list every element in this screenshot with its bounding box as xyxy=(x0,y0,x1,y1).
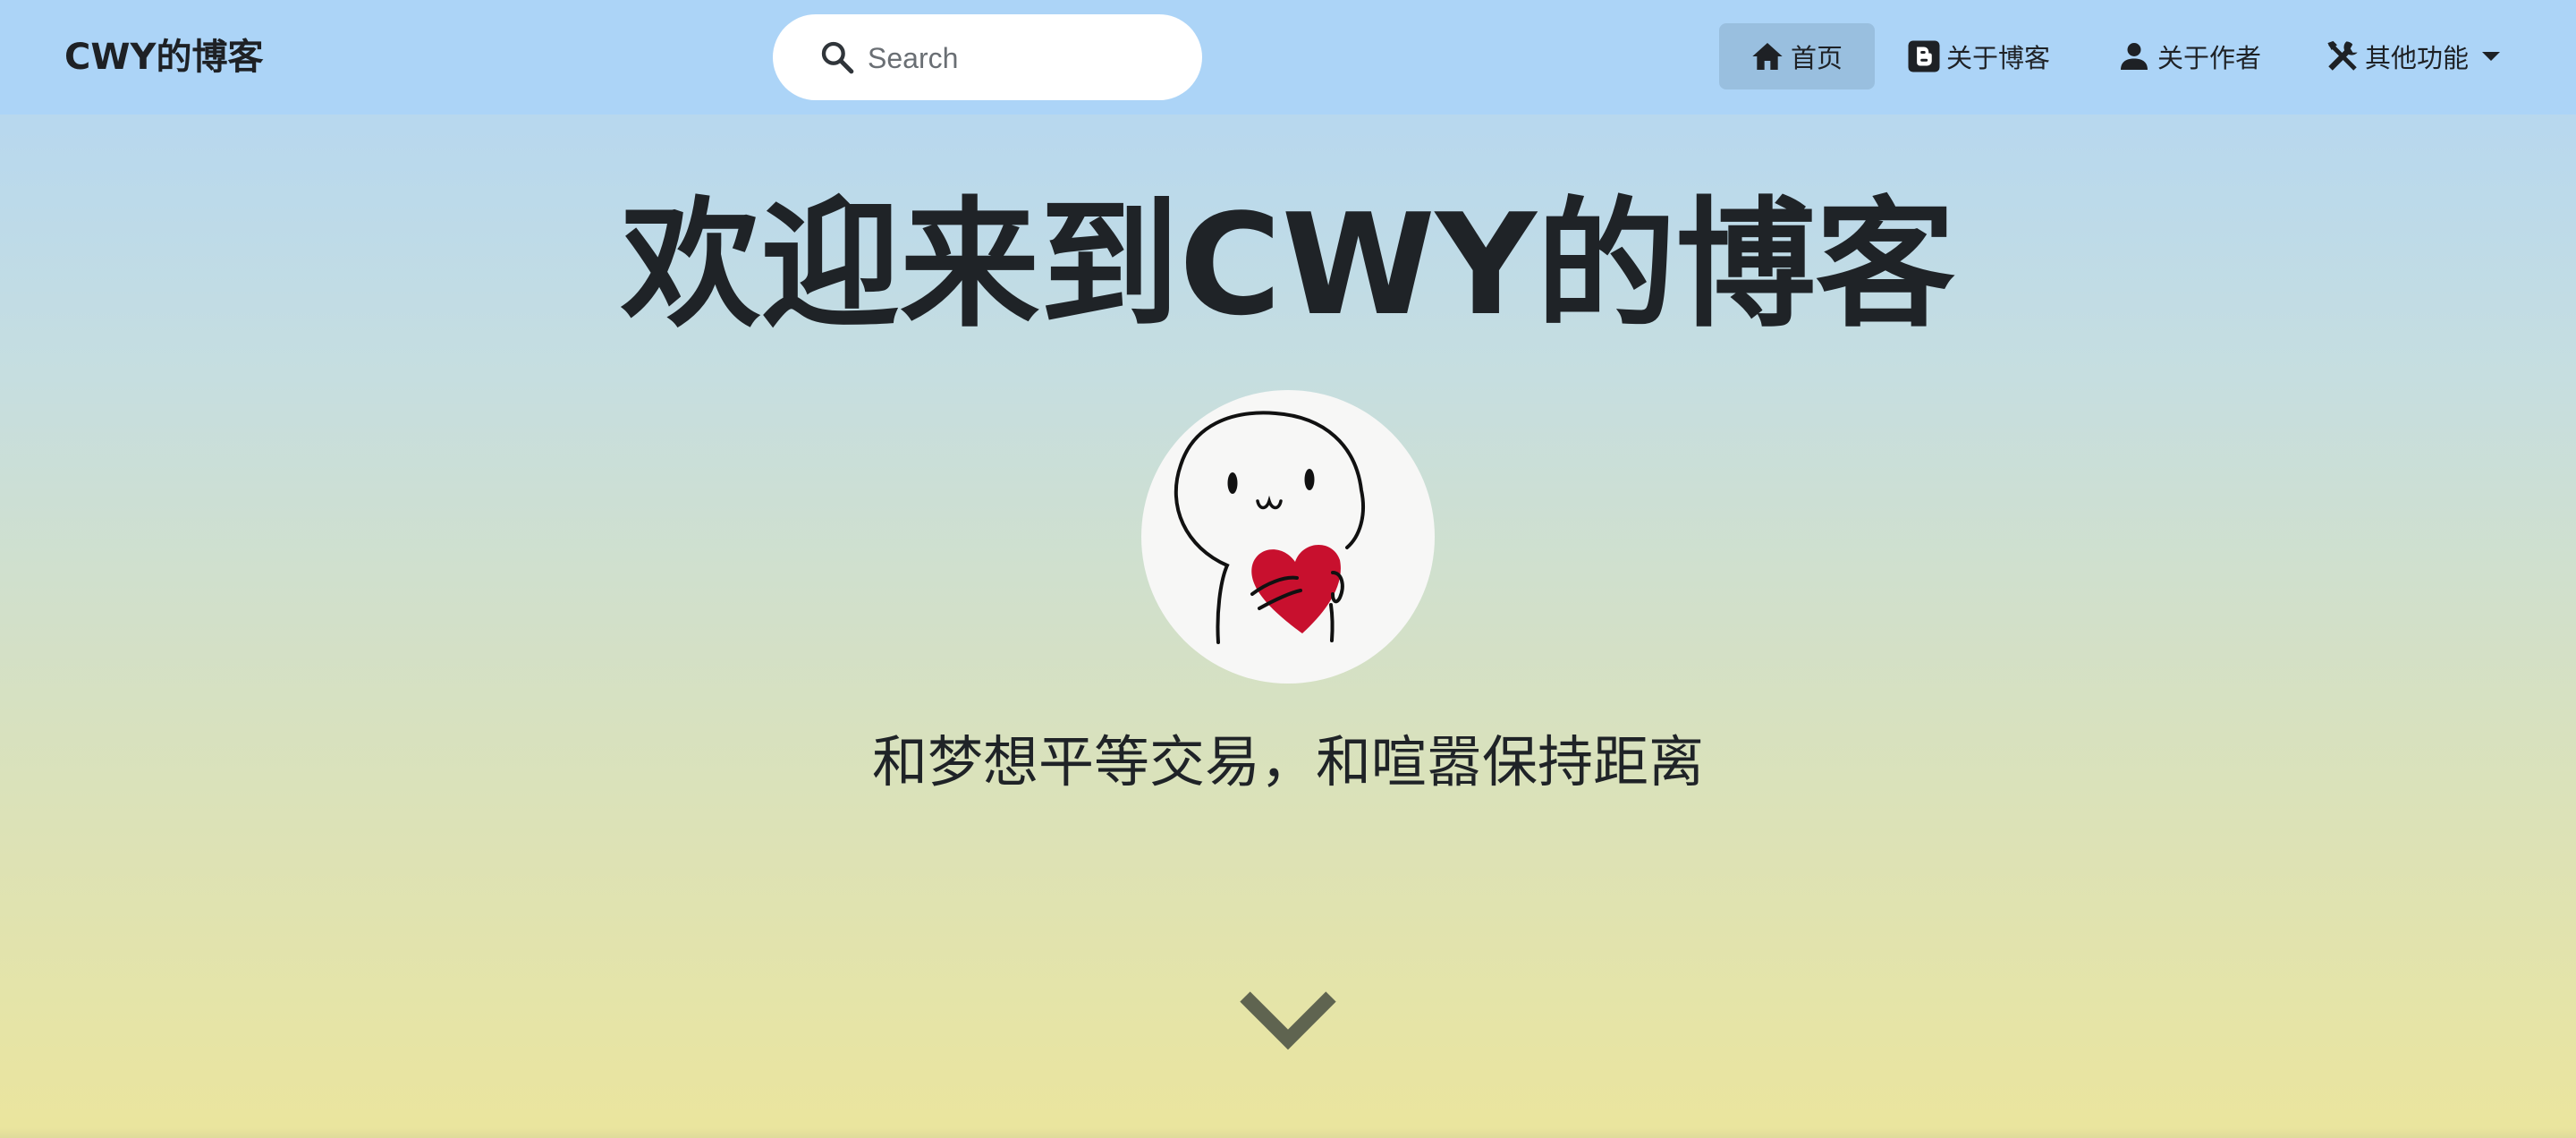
user-icon xyxy=(2121,43,2148,70)
nav-item-about-author[interactable]: 关于作者 xyxy=(2111,23,2272,89)
nav-about-author-label: 关于作者 xyxy=(2157,43,2262,73)
nav-more-features-label: 其他功能 xyxy=(2365,43,2470,73)
bottom-shadow xyxy=(0,1127,2576,1138)
search-box[interactable] xyxy=(773,14,1202,100)
search-input[interactable] xyxy=(866,34,1174,82)
nav-home-label: 首页 xyxy=(1791,43,1843,73)
caret-down-icon xyxy=(2482,52,2501,61)
nav-item-about-blog[interactable]: 关于博客 xyxy=(1900,23,2070,89)
nav-about-blog-label: 关于博客 xyxy=(1946,43,2051,73)
tools-icon xyxy=(2327,40,2358,71)
blogger-icon xyxy=(1908,40,1940,72)
search-icon xyxy=(821,41,854,74)
nav-item-more-features[interactable]: 其他功能 xyxy=(2318,23,2542,89)
top-navbar: CWY的博客 首页 关于博客 关于作者 xyxy=(0,0,2576,115)
hero-motto: 和梦想平等交易，和喧嚣保持距离 xyxy=(871,729,1704,794)
brand-logo[interactable]: CWY的博客 xyxy=(64,32,263,82)
nav-item-home[interactable]: 首页 xyxy=(1719,23,1875,89)
avatar xyxy=(1141,390,1435,684)
avatar-cartoon-heart xyxy=(1174,411,1366,644)
home-icon xyxy=(1752,43,1783,70)
hero-title: 欢迎来到CWY的博客 xyxy=(621,183,1955,346)
chevron-down-icon[interactable] xyxy=(1238,984,1338,1056)
